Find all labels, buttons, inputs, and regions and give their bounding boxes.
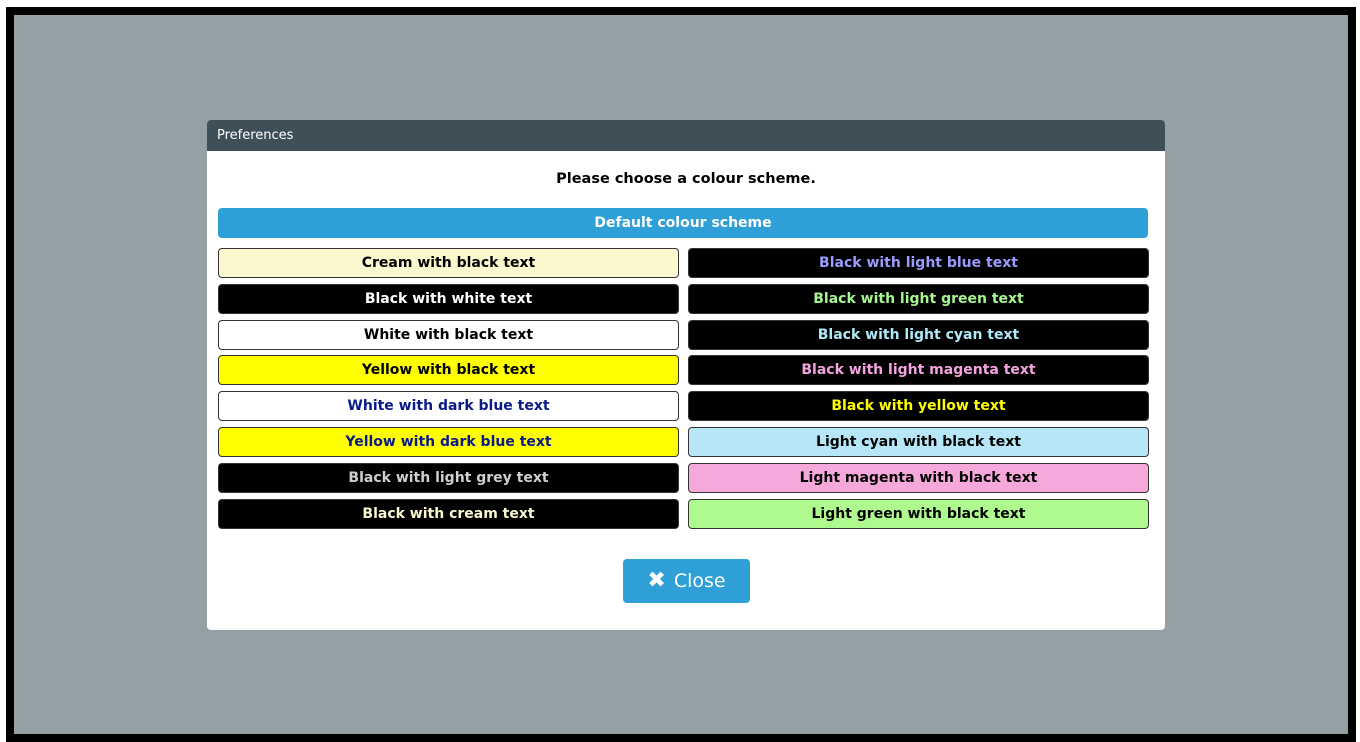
scheme-button[interactable]: Black with light magenta text — [688, 355, 1149, 385]
scheme-button[interactable]: Black with light grey text — [218, 463, 679, 493]
dialog-title: Preferences — [207, 120, 1165, 151]
screen-frame: Preferences Please choose a colour schem… — [6, 7, 1356, 742]
scheme-button[interactable]: Black with yellow text — [688, 391, 1149, 421]
scheme-button[interactable]: Black with light blue text — [688, 248, 1149, 278]
scheme-button[interactable]: Black with white text — [218, 284, 679, 314]
scheme-button[interactable]: White with dark blue text — [218, 391, 679, 421]
close-button[interactable]: ✖ Close — [623, 559, 750, 603]
scheme-button[interactable]: Black with light cyan text — [688, 320, 1149, 350]
default-scheme-button[interactable]: Default colour scheme — [218, 208, 1148, 238]
scheme-button[interactable]: Black with cream text — [218, 499, 679, 529]
close-label: Close — [673, 570, 726, 592]
x-icon: ✖ — [647, 568, 666, 593]
scheme-button[interactable]: White with black text — [218, 320, 679, 350]
scheme-button[interactable]: Yellow with black text — [218, 355, 679, 385]
scheme-button[interactable]: Yellow with dark blue text — [218, 427, 679, 457]
scheme-button[interactable]: Light magenta with black text — [688, 463, 1149, 493]
preferences-dialog: Preferences Please choose a colour schem… — [207, 120, 1165, 630]
scheme-button[interactable]: Light cyan with black text — [688, 427, 1149, 457]
scheme-button[interactable]: Black with light green text — [688, 284, 1149, 314]
scheme-button[interactable]: Light green with black text — [688, 499, 1149, 529]
dialog-prompt: Please choose a colour scheme. — [556, 171, 816, 187]
scheme-button[interactable]: Cream with black text — [218, 248, 679, 278]
